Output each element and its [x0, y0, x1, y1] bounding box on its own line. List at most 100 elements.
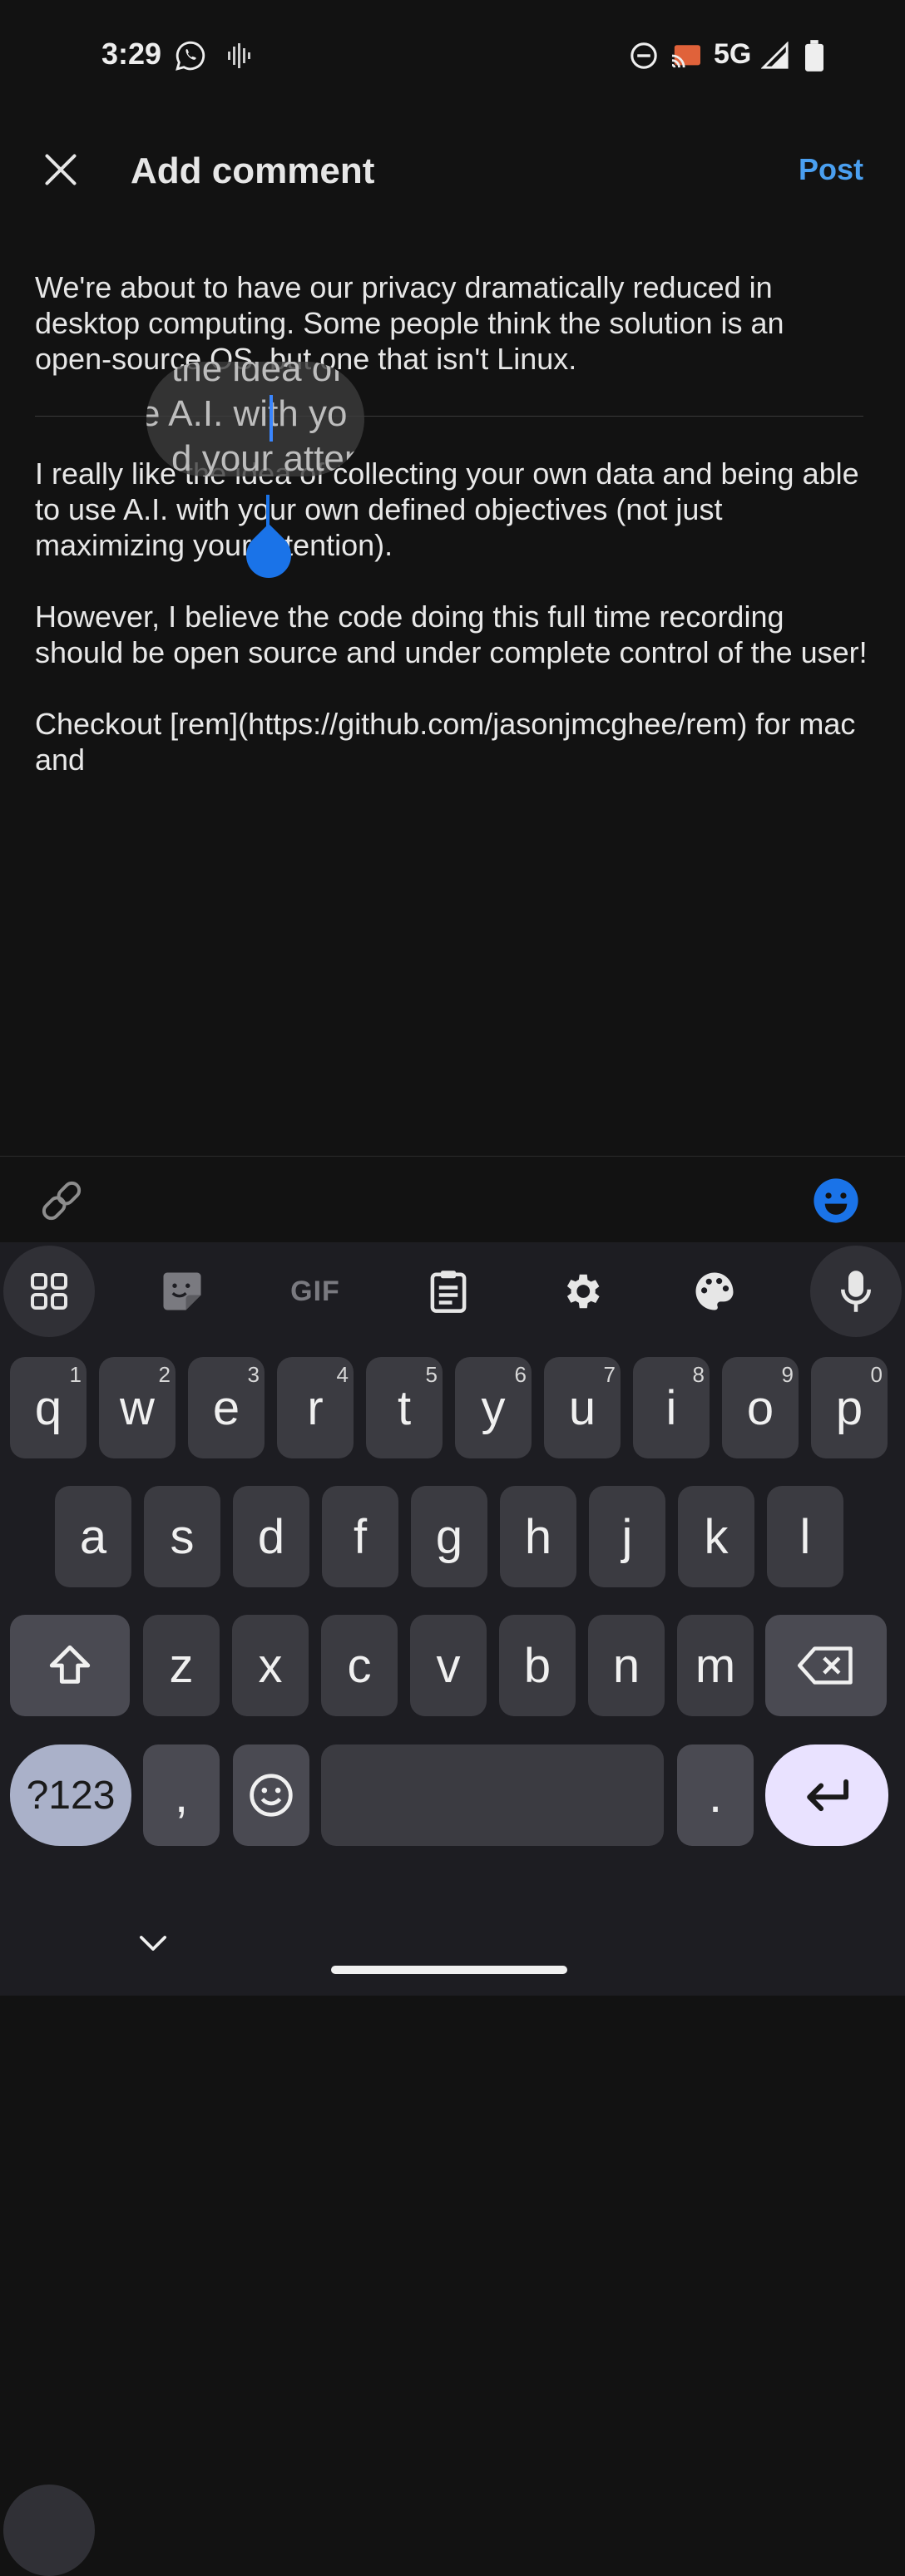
key-t[interactable]: t5: [366, 1357, 443, 1458]
key-j[interactable]: j: [589, 1486, 665, 1587]
key-label: n: [612, 1638, 640, 1693]
insert-link-button[interactable]: [37, 1176, 87, 1226]
key-r[interactable]: r4: [277, 1357, 354, 1458]
cast-icon: [671, 45, 700, 68]
emoji-icon: [814, 1178, 858, 1223]
key-label: z: [169, 1638, 194, 1693]
key-hint: 7: [603, 1362, 616, 1387]
key-p[interactable]: p0: [811, 1357, 888, 1458]
key-label: b: [523, 1638, 551, 1693]
quoted-post-text: We're about to have our privacy dramatic…: [35, 270, 784, 376]
audio-wave-icon: [228, 43, 250, 68]
close-button[interactable]: [37, 146, 85, 194]
key-l[interactable]: l: [767, 1486, 843, 1587]
text-magnifier: the idea of e A.I. with yo d your atten: [146, 362, 364, 476]
magnifier-line: d your atten: [171, 438, 364, 476]
smiley-icon: [250, 1774, 293, 1817]
chevron-down-icon: [139, 1936, 167, 1951]
key-label: x: [258, 1638, 283, 1693]
key-g[interactable]: g: [411, 1486, 487, 1587]
key-hint: 0: [870, 1362, 883, 1387]
key-c[interactable]: c: [321, 1615, 398, 1716]
key-hint: 8: [692, 1362, 705, 1387]
settings-icon: [566, 1274, 600, 1309]
key-label: v: [436, 1638, 461, 1693]
shift-key[interactable]: [10, 1615, 130, 1716]
key-label: u: [568, 1380, 596, 1435]
key-label: d: [257, 1509, 285, 1564]
backspace-icon: [798, 1646, 853, 1685]
space-key[interactable]: [321, 1744, 664, 1846]
key-m[interactable]: m: [677, 1615, 754, 1716]
key-hint: 5: [425, 1362, 438, 1387]
key-f[interactable]: f: [322, 1486, 398, 1587]
theme-button[interactable]: [669, 1246, 760, 1337]
enter-key[interactable]: [765, 1744, 888, 1846]
sticker-button[interactable]: [136, 1246, 228, 1337]
key-label: c: [347, 1638, 372, 1693]
key-label: w: [120, 1380, 155, 1435]
backspace-key[interactable]: [765, 1615, 887, 1716]
key-d[interactable]: d: [233, 1486, 309, 1587]
key-label: g: [435, 1509, 463, 1564]
gif-button[interactable]: GIF: [270, 1246, 361, 1337]
key-label: t: [397, 1380, 412, 1435]
enter-icon: [807, 1779, 849, 1812]
emoji-button[interactable]: [812, 1177, 860, 1225]
post-button[interactable]: Post: [799, 152, 863, 187]
key-z[interactable]: z: [143, 1615, 220, 1716]
key-w[interactable]: w2: [99, 1357, 176, 1458]
key-label: i: [665, 1380, 677, 1435]
key-e[interactable]: e3: [188, 1357, 265, 1458]
key-b[interactable]: b: [499, 1615, 576, 1716]
key-hint: 2: [158, 1362, 171, 1387]
comment-input[interactable]: I really like the idea of collecting you…: [35, 456, 875, 777]
shift-icon: [49, 1645, 91, 1684]
key-s[interactable]: s: [144, 1486, 220, 1587]
key-hint: 1: [69, 1362, 82, 1387]
network-type: 5G: [714, 38, 752, 70]
key-label: q: [34, 1380, 62, 1435]
page-title: Add comment: [131, 151, 375, 191]
key-label: f: [353, 1509, 368, 1564]
keyboard-apps-button[interactable]: [3, 1246, 95, 1337]
key-x[interactable]: x: [232, 1615, 309, 1716]
comma-key[interactable]: ,: [143, 1744, 220, 1846]
signal-icon: [761, 42, 789, 69]
sticker-icon: [163, 1272, 201, 1310]
key-label: e: [212, 1380, 240, 1435]
apps-grid-icon: [31, 1273, 67, 1310]
key-i[interactable]: i8: [633, 1357, 710, 1458]
key-v[interactable]: v: [410, 1615, 487, 1716]
key-y[interactable]: y6: [455, 1357, 532, 1458]
key-label: y: [481, 1380, 506, 1435]
key-label: s: [170, 1509, 195, 1564]
keyboard-settings-button[interactable]: [536, 1246, 627, 1337]
home-indicator[interactable]: [331, 1966, 567, 1974]
key-n[interactable]: n: [588, 1615, 665, 1716]
status-time: 3:29: [101, 37, 162, 71]
key-label: p: [835, 1380, 863, 1435]
key-q[interactable]: q1: [10, 1357, 87, 1458]
key-a[interactable]: a: [55, 1486, 131, 1587]
key-label: m: [695, 1638, 736, 1693]
keyboard-apps-button[interactable]: [3, 2485, 95, 2576]
clipboard-button[interactable]: [403, 1246, 494, 1337]
voice-input-button[interactable]: [810, 1246, 902, 1337]
close-icon: [45, 154, 77, 185]
collapse-keyboard-button[interactable]: [133, 1927, 173, 1959]
key-o[interactable]: o9: [722, 1357, 799, 1458]
key-label: r: [307, 1380, 324, 1435]
clipboard-icon: [430, 1271, 467, 1313]
key-k[interactable]: k: [678, 1486, 754, 1587]
emoji-key[interactable]: [233, 1744, 309, 1846]
symbols-key[interactable]: ?123: [10, 1744, 131, 1846]
key-u[interactable]: u7: [544, 1357, 621, 1458]
key-h[interactable]: h: [500, 1486, 576, 1587]
status-bar: 3:29 5G: [0, 0, 905, 112]
key-label: h: [524, 1509, 552, 1564]
magnifier-line: e A.I. with yo: [146, 393, 348, 434]
period-key[interactable]: .: [677, 1744, 754, 1846]
key-hint: 4: [336, 1362, 349, 1387]
key-label: o: [746, 1380, 774, 1435]
